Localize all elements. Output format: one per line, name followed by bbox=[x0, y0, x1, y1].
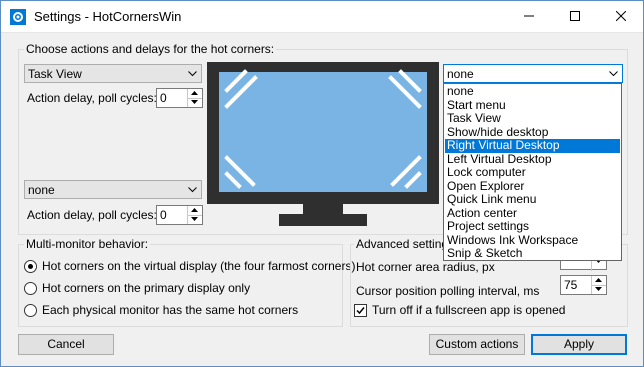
spin-down-button[interactable] bbox=[188, 215, 202, 224]
dropdown-option[interactable]: Action center bbox=[445, 206, 620, 221]
spin-up-icon bbox=[191, 208, 198, 212]
dropdown-option[interactable]: Left Virtual Desktop bbox=[445, 152, 620, 167]
monitor-illustration bbox=[207, 62, 439, 226]
spin-down-button[interactable] bbox=[188, 98, 202, 107]
top-right-action-value: none bbox=[447, 67, 474, 81]
bottom-left-action-value: none bbox=[28, 183, 55, 197]
minimize-icon bbox=[524, 15, 534, 17]
apply-button[interactable]: Apply bbox=[531, 334, 627, 355]
action-dropdown-list: none Start menu Task View Show/hide desktop… bbox=[443, 83, 622, 261]
radio-primary-display[interactable] bbox=[24, 282, 37, 295]
spin-up-icon bbox=[191, 91, 198, 95]
dropdown-option[interactable]: Lock computer bbox=[445, 166, 620, 180]
poll-interval-value: 75 bbox=[564, 278, 578, 292]
checkmark-icon bbox=[356, 307, 365, 315]
dropdown-option[interactable]: Snip & Sketch bbox=[445, 247, 620, 261]
dropdown-option[interactable]: Open Explorer bbox=[445, 179, 620, 194]
radio-virtual-display[interactable] bbox=[24, 260, 37, 273]
maximize-icon bbox=[570, 11, 580, 21]
dropdown-option[interactable]: Windows Ink Workspace bbox=[445, 233, 620, 248]
bottom-left-action-select[interactable]: none bbox=[24, 180, 202, 199]
spin-down-icon bbox=[595, 287, 602, 291]
spin-down-icon bbox=[191, 217, 198, 221]
chevron-down-icon bbox=[188, 71, 197, 77]
settings-gear-icon bbox=[10, 9, 26, 25]
poll-interval-label: Cursor position polling interval, ms bbox=[356, 284, 540, 298]
fullscreen-checkbox[interactable] bbox=[354, 304, 367, 317]
dropdown-option[interactable]: Project settings bbox=[445, 220, 620, 234]
dropdown-option[interactable]: none bbox=[445, 85, 620, 99]
spin-down-button[interactable] bbox=[592, 285, 606, 294]
spinner-buttons bbox=[187, 206, 202, 224]
dropdown-option[interactable]: Start menu bbox=[445, 98, 620, 113]
radio-virtual-display-label[interactable]: Hot corners on the virtual display (the … bbox=[42, 259, 355, 273]
chevron-down-icon bbox=[609, 71, 618, 77]
spin-up-icon bbox=[595, 278, 602, 282]
cancel-button[interactable]: Cancel bbox=[18, 334, 114, 355]
radio-each-monitor[interactable] bbox=[24, 304, 37, 317]
window-title: Settings - HotCornersWin bbox=[34, 9, 182, 24]
dropdown-option[interactable]: Task View bbox=[445, 112, 620, 126]
top-left-delay-label: Action delay, poll cycles: bbox=[27, 91, 157, 105]
title-bar: Settings - HotCornersWin bbox=[1, 1, 643, 33]
close-icon bbox=[616, 11, 626, 21]
spinner-buttons bbox=[591, 276, 606, 294]
settings-window: Settings - HotCornersWin Choose actions … bbox=[0, 0, 644, 367]
top-left-delay-spinner[interactable]: 0 bbox=[156, 88, 203, 108]
top-left-action-select[interactable]: Task View bbox=[24, 64, 202, 83]
maximize-button[interactable] bbox=[552, 1, 598, 31]
minimize-button[interactable] bbox=[506, 1, 552, 31]
multi-monitor-title: Multi-monitor behavior: bbox=[24, 237, 151, 251]
bottom-left-delay-label: Action delay, poll cycles: bbox=[27, 208, 157, 222]
close-button[interactable] bbox=[598, 1, 644, 31]
dropdown-option[interactable]: Quick Link menu bbox=[445, 193, 620, 207]
corners-heading: Choose actions and delays for the hot co… bbox=[24, 42, 277, 56]
poll-interval-spinner[interactable]: 75 bbox=[560, 275, 607, 295]
monitor-screen bbox=[219, 72, 427, 192]
spin-down-icon bbox=[191, 100, 198, 104]
chevron-down-icon bbox=[188, 187, 197, 193]
dropdown-option[interactable]: Show/hide desktop bbox=[445, 125, 620, 140]
bottom-left-delay-value: 0 bbox=[160, 208, 167, 222]
top-left-action-value: Task View bbox=[28, 67, 82, 81]
radio-primary-display-label[interactable]: Hot corners on the primary display only bbox=[42, 281, 250, 295]
top-right-action-select[interactable]: none bbox=[443, 64, 623, 83]
custom-actions-button[interactable]: Custom actions bbox=[429, 334, 525, 355]
bottom-left-delay-spinner[interactable]: 0 bbox=[156, 205, 203, 225]
fullscreen-label[interactable]: Turn off if a fullscreen app is opened bbox=[372, 303, 565, 317]
radius-label: Hot corner area radius, px bbox=[356, 260, 495, 274]
top-left-delay-value: 0 bbox=[160, 91, 167, 105]
monitor-base bbox=[279, 214, 367, 226]
radio-each-monitor-label[interactable]: Each physical monitor has the same hot c… bbox=[42, 303, 298, 317]
spinner-buttons bbox=[187, 89, 202, 107]
advanced-title: Advanced settings bbox=[354, 237, 457, 251]
monitor-neck bbox=[303, 204, 343, 214]
dropdown-option[interactable]: Right Virtual Desktop bbox=[445, 139, 620, 153]
